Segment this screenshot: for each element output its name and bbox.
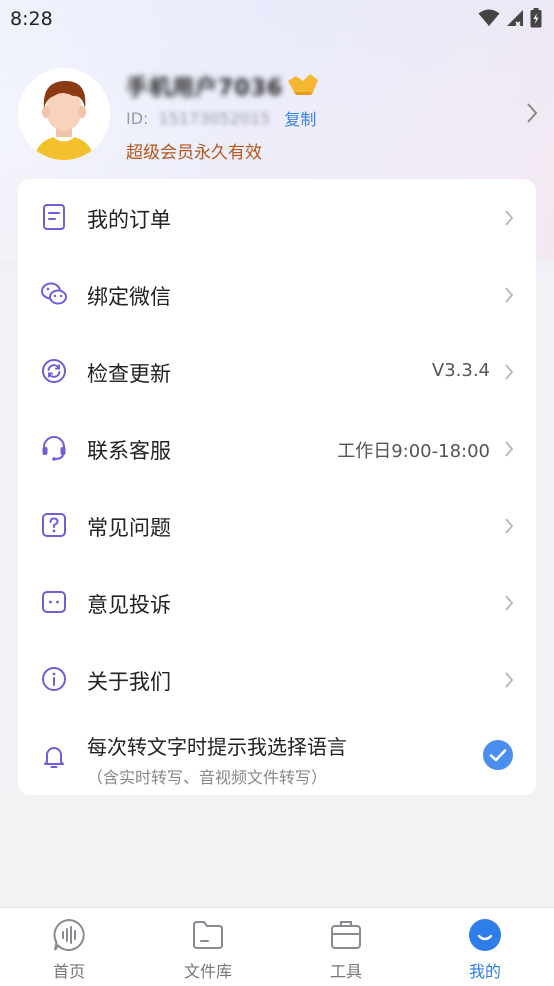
menu-item-label: 联系客服 <box>87 439 171 463</box>
nav-tab-label: 我的 <box>468 962 501 981</box>
status-bar: 8:28 <box>0 0 554 38</box>
user-id-row: ID: 15173052015 复制 <box>126 106 316 130</box>
status-icons <box>478 8 542 28</box>
copy-id-button[interactable]: 复制 <box>284 106 316 130</box>
chevron-right-icon <box>505 364 514 380</box>
wifi-icon <box>478 9 500 26</box>
info-icon <box>42 667 66 691</box>
bell-icon <box>44 747 64 768</box>
audio-wave-icon <box>53 918 85 951</box>
nav-tab-mine[interactable]: 我的 <box>435 908 535 986</box>
menu-item-feedback[interactable]: 意见投诉 <box>18 564 536 641</box>
nav-tab-label: 首页 <box>52 962 85 981</box>
menu-card: 我的订单 绑定微信 检查更新 V3.3.4 联系客服 工作日9:00-18:00… <box>18 179 536 795</box>
nav-tab-tools[interactable]: 工具 <box>296 908 396 986</box>
chevron-right-icon <box>505 672 514 688</box>
order-icon <box>43 204 65 230</box>
profile-header[interactable]: 手机用户7036 ID: 15173052015 复制 超级会员永久有效 <box>0 64 554 168</box>
folder-icon <box>193 921 223 949</box>
signal-icon <box>507 10 523 27</box>
chevron-right-icon <box>505 287 514 303</box>
menu-item-customer-service[interactable]: 联系客服 工作日9:00-18:00 <box>18 410 536 487</box>
language-prompt-setting[interactable]: 每次转文字时提示我选择语言 （含实时转写、音视频文件转写） <box>18 719 536 795</box>
nav-tab-home[interactable]: 首页 <box>19 908 119 986</box>
menu-item-label: 检查更新 <box>87 362 171 386</box>
battery-charging-icon <box>530 8 542 28</box>
chevron-right-icon <box>527 103 538 123</box>
smile-icon <box>469 919 501 951</box>
avatar[interactable] <box>18 68 110 160</box>
vip-status-text: 超级会员永久有效 <box>126 143 262 163</box>
menu-item-check-update[interactable]: 检查更新 V3.3.4 <box>18 333 536 410</box>
toolbox-icon <box>331 921 361 949</box>
nav-tab-label: 文件库 <box>183 962 232 981</box>
user-name: 手机用户7036 <box>126 76 284 101</box>
checkbox-checked-icon[interactable] <box>482 739 514 771</box>
user-id-label: ID: <box>126 108 149 128</box>
menu-item-orders[interactable]: 我的订单 <box>18 179 536 256</box>
question-icon <box>42 513 66 537</box>
user-id-value: 15173052015 <box>158 108 271 128</box>
app-version-value: V3.3.4 <box>431 360 490 381</box>
vip-crown-icon <box>288 74 318 95</box>
bottom-nav: 首页 文件库 工具 我的 <box>0 907 554 986</box>
menu-item-label: 常见问题 <box>87 516 171 540</box>
feedback-icon <box>42 591 66 613</box>
chevron-right-icon <box>505 595 514 611</box>
nav-tab-files[interactable]: 文件库 <box>158 908 258 986</box>
menu-item-label: 绑定微信 <box>87 285 171 309</box>
refresh-icon <box>42 359 66 383</box>
nav-tab-label: 工具 <box>329 962 362 981</box>
language-prompt-subtitle: （含实时转写、音视频文件转写） <box>87 768 328 787</box>
chevron-right-icon <box>505 441 514 457</box>
wechat-icon <box>41 282 67 305</box>
chevron-right-icon <box>505 210 514 226</box>
menu-item-about-us[interactable]: 关于我们 <box>18 641 536 718</box>
avatar-image <box>34 80 94 160</box>
headset-icon <box>42 436 66 461</box>
menu-item-label: 我的订单 <box>87 208 171 232</box>
menu-item-faq[interactable]: 常见问题 <box>18 487 536 564</box>
menu-item-label: 意见投诉 <box>87 593 171 617</box>
service-hours-value: 工作日9:00-18:00 <box>337 441 490 462</box>
status-time: 8:28 <box>10 8 53 30</box>
menu-item-label: 关于我们 <box>87 670 171 694</box>
language-prompt-title: 每次转文字时提示我选择语言 <box>87 735 347 759</box>
menu-item-bind-wechat[interactable]: 绑定微信 <box>18 256 536 333</box>
chevron-right-icon <box>505 518 514 534</box>
